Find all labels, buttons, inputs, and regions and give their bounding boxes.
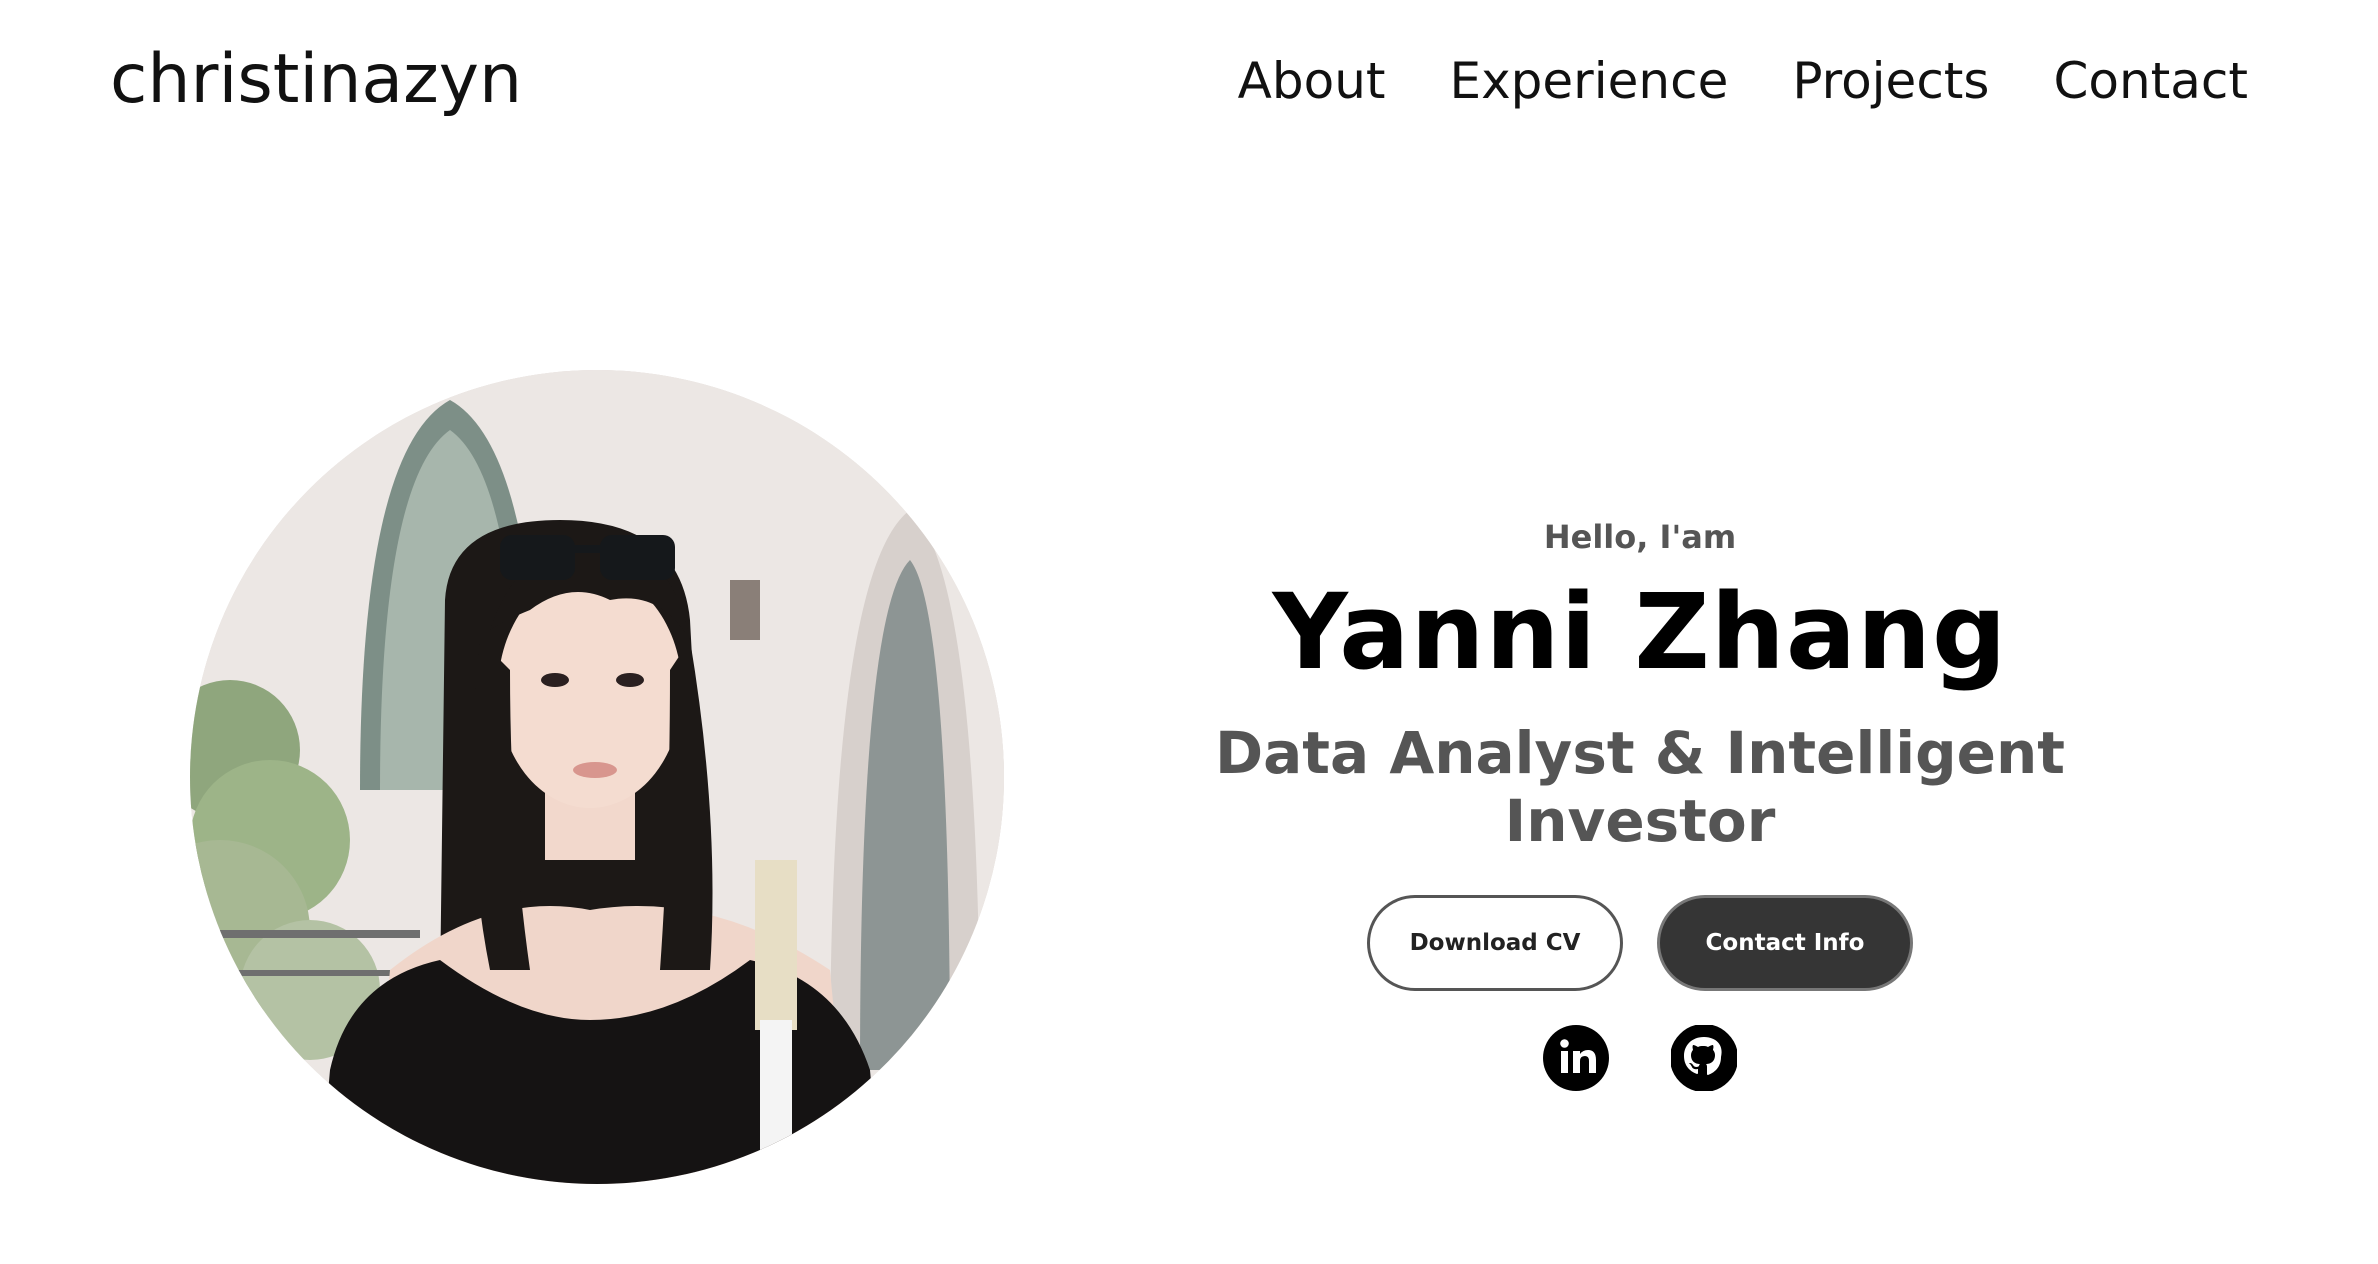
github-icon[interactable] <box>1671 1025 1737 1092</box>
social-icons <box>1080 1025 2200 1092</box>
nav-link-contact[interactable]: Contact <box>2053 52 2248 110</box>
nav-link-about[interactable]: About <box>1238 52 1386 110</box>
nav-link-experience[interactable]: Experience <box>1450 52 1729 110</box>
navbar: christinazyn About Experience Projects C… <box>0 0 2378 170</box>
nav-links: About Experience Projects Contact <box>1238 52 2248 110</box>
profile-title: Data Analyst & Intelligent Investor <box>1214 719 2065 856</box>
profile-name: Yanni Zhang <box>1272 571 2008 693</box>
linkedin-icon[interactable] <box>1543 1025 1609 1092</box>
nav-link-projects[interactable]: Projects <box>1792 52 1989 110</box>
profile-photo <box>190 370 1004 1184</box>
cta-buttons: Download CV Contact Info <box>1080 895 2200 992</box>
greeting-text: Hello, I'am <box>1543 518 1737 556</box>
contact-info-button[interactable]: Contact Info <box>1657 895 1913 992</box>
download-cv-button[interactable]: Download CV <box>1367 895 1623 992</box>
hero-section: Hello, I'am Yanni Zhang Data Analyst & I… <box>1080 500 2200 1092</box>
page: christinazyn About Experience Projects C… <box>0 0 2378 1264</box>
site-logo[interactable]: christinazyn <box>110 40 522 119</box>
